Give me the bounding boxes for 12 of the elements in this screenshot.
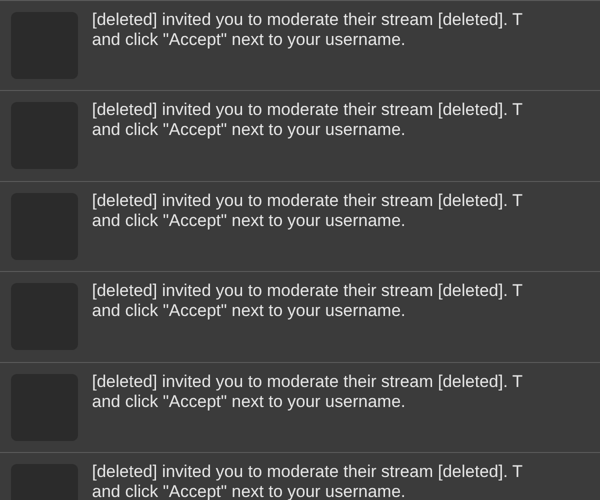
notification-text: [deleted] invited you to moderate their stream [deleted]. T — [92, 462, 523, 482]
notification-text: [deleted] invited you to moderate their stream [deleted]. T — [92, 10, 523, 30]
notification-text: [deleted] invited you to moderate their stream [deleted]. T — [92, 190, 523, 211]
notification-text: and click "Accept" next to your username. — [92, 301, 406, 322]
notification-text: and click "Accept" next to your username. — [92, 392, 406, 412]
notification-text: and click "Accept" next to your username. — [92, 30, 406, 50]
notification-text: [deleted] invited you to moderate their stream [deleted]. T — [92, 100, 523, 120]
notification-text: and click "Accept" next to your username. — [92, 210, 406, 231]
notification-text: and click "Accept" next to your username. — [92, 120, 406, 140]
notification-text: [deleted] invited you to moderate their stream [deleted]. T — [92, 281, 523, 302]
notification-text: [deleted] invited you to moderate their stream [deleted]. T — [92, 372, 523, 392]
notification-item[interactable]: [deleted] invited you to moderate their stream [deleted]. T and click "Accept" next to your username. — [0, 0, 600, 90]
